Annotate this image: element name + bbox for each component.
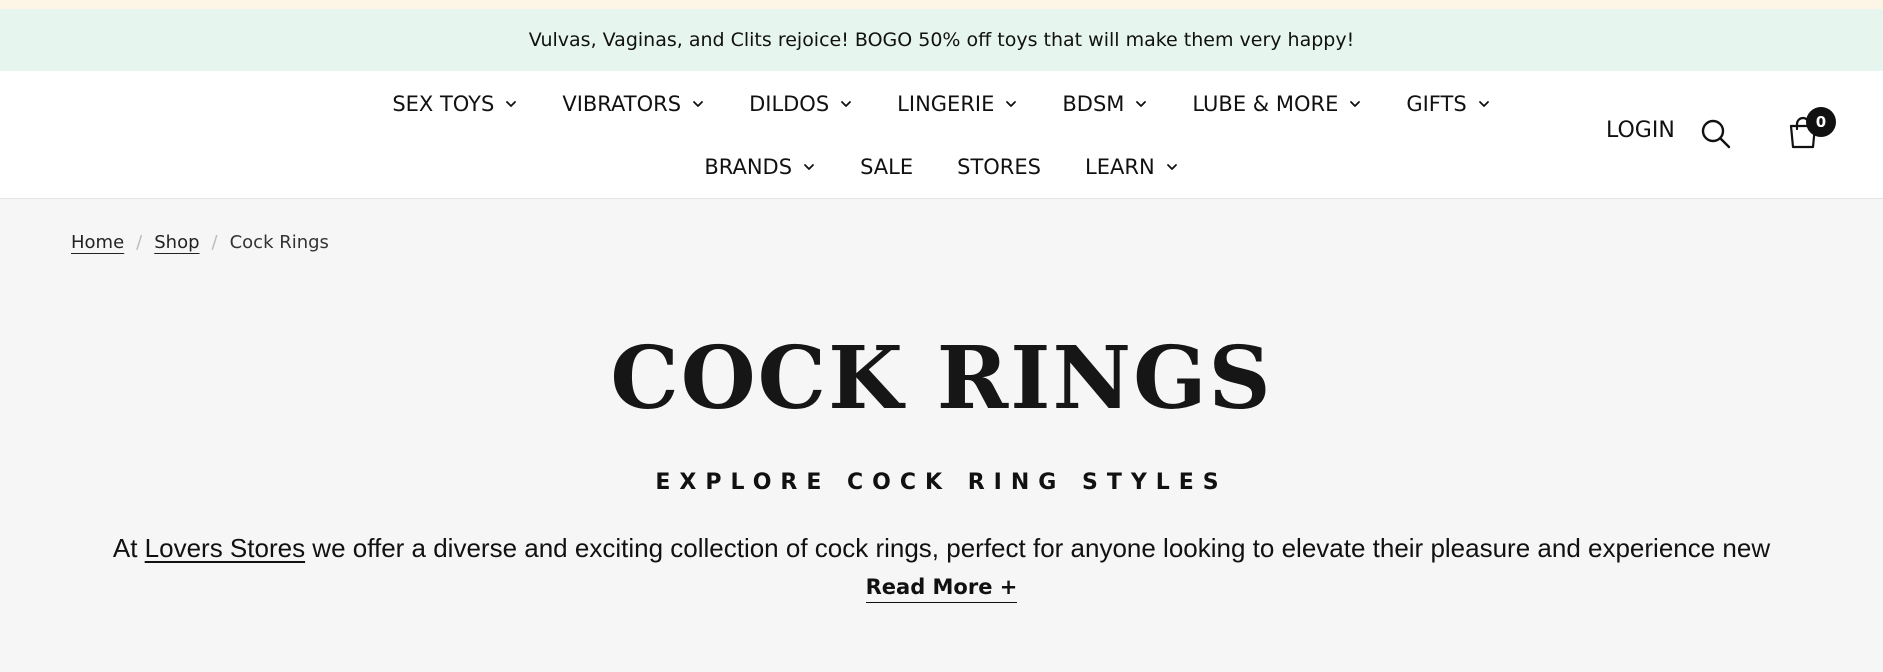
page-subtitle: EXPLORE COCK RING STYLES <box>655 470 1228 495</box>
read-more-button[interactable]: Read More + <box>865 575 1018 603</box>
nav-item-lingerie[interactable]: LINGERIE <box>875 89 1040 119</box>
nav-item-brands[interactable]: BRANDS <box>682 152 838 182</box>
chevron-down-icon <box>504 97 518 111</box>
nav-item-vibrators[interactable]: VIBRATORS <box>540 89 727 119</box>
nav-item-learn[interactable]: LEARN <box>1063 152 1201 182</box>
description-text-end: we offer a diverse and exciting collecti… <box>305 533 1771 563</box>
breadcrumb-current: Cock Rings <box>229 232 329 253</box>
login-link[interactable]: LOGIN <box>1606 118 1675 143</box>
cart-count-badge: 0 <box>1806 107 1836 137</box>
chevron-down-icon <box>1165 160 1179 174</box>
breadcrumb-home[interactable]: Home <box>71 232 124 253</box>
nav-item-gifts[interactable]: GIFTS <box>1384 89 1512 119</box>
nav-item-label: STORES <box>957 155 1042 179</box>
collection-description: At Lovers Stores we offer a diverse and … <box>0 533 1883 564</box>
chevron-down-icon <box>802 160 816 174</box>
nav-item-label: LEARN <box>1085 155 1155 179</box>
nav-item-label: DILDOS <box>749 92 830 116</box>
description-text-start: At <box>112 533 145 563</box>
promo-banner: Vulvas, Vaginas, and Clits rejoice! BOGO… <box>0 9 1883 71</box>
main-nav-row-2: BRANDS SALE STORES LEARN <box>0 152 1883 196</box>
chevron-down-icon <box>1348 97 1362 111</box>
nav-item-sex-toys[interactable]: SEX TOYS <box>370 89 540 119</box>
site-header: SEX TOYS VIBRATORS DILDOS LINGERIE BDSM LUBE … <box>0 71 1883 199</box>
search-icon[interactable] <box>1700 118 1732 150</box>
nav-item-label: VIBRATORS <box>562 92 682 116</box>
nav-item-bdsm[interactable]: BDSM <box>1040 89 1170 119</box>
nav-item-label: LINGERIE <box>897 92 995 116</box>
chevron-down-icon <box>1477 97 1491 111</box>
main-nav-row-1: SEX TOYS VIBRATORS DILDOS LINGERIE BDSM LUBE … <box>0 89 1883 133</box>
lovers-stores-link[interactable]: Lovers Stores <box>145 533 305 563</box>
nav-item-label: LUBE & MORE <box>1192 92 1339 116</box>
nav-item-lube-and-more[interactable]: LUBE & MORE <box>1170 89 1384 119</box>
chevron-down-icon <box>839 97 853 111</box>
chevron-down-icon <box>1004 97 1018 111</box>
nav-item-label: BRANDS <box>704 155 793 179</box>
page-title: COCK RINGS <box>610 328 1273 429</box>
nav-item-sale[interactable]: SALE <box>838 152 935 182</box>
chevron-down-icon <box>1134 97 1148 111</box>
nav-item-label: SEX TOYS <box>392 92 495 116</box>
breadcrumb-shop[interactable]: Shop <box>154 232 199 253</box>
breadcrumb: Home / Shop / Cock Rings <box>71 232 329 253</box>
nav-item-label: SALE <box>860 155 914 179</box>
read-more-wrapper: Read More + <box>0 575 1883 603</box>
breadcrumb-separator: / <box>211 232 218 253</box>
nav-item-dildos[interactable]: DILDOS <box>727 89 875 119</box>
top-strip <box>0 0 1883 9</box>
chevron-down-icon <box>691 97 705 111</box>
nav-item-stores[interactable]: STORES <box>935 152 1063 182</box>
promo-text: Vulvas, Vaginas, and Clits rejoice! BOGO… <box>528 29 1355 51</box>
breadcrumb-separator: / <box>136 232 143 253</box>
nav-item-label: GIFTS <box>1406 92 1467 116</box>
nav-item-label: BDSM <box>1062 92 1125 116</box>
